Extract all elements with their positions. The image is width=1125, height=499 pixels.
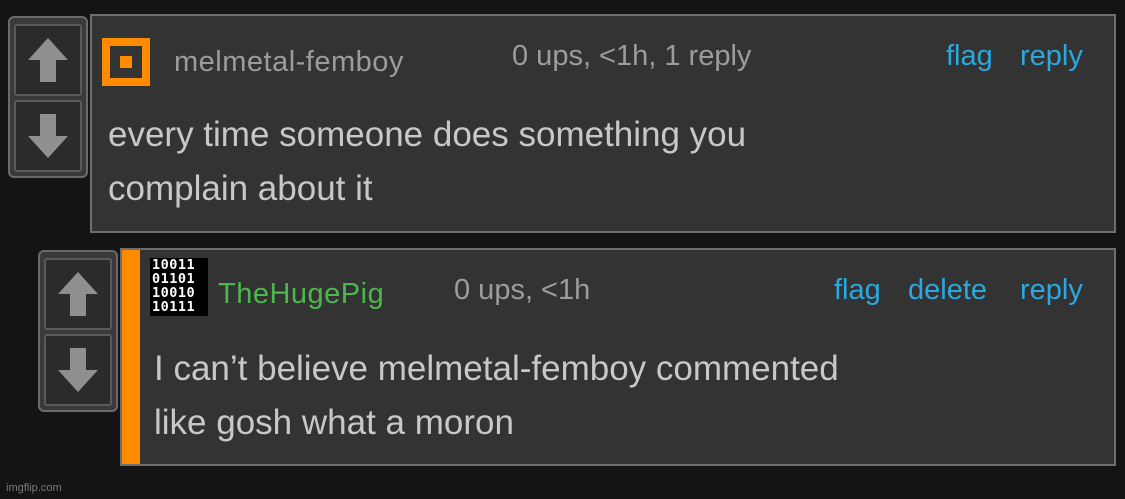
avatar-binary-row: 10011 [152,258,196,273]
vote-column [38,250,118,412]
comment-body-line: complain about it [108,169,373,208]
user-avatar[interactable] [102,38,150,86]
avatar-binary-row: 01101 [152,271,196,287]
op-marker-bar [122,250,140,464]
avatar-binary-row: 10010 [152,285,196,301]
reply-panel: 10011 01101 10010 10111 TheHugePig 0 ups… [120,248,1116,466]
arrow-up-icon [28,38,68,82]
delete-link[interactable]: delete [908,274,987,307]
comment-body-line: I can’t believe melmetal-femboy commente… [154,349,839,388]
comment-body-line: every time someone does something you [108,115,747,154]
comment-body: every time someone does something you co… [108,108,746,216]
flag-link[interactable]: flag [946,40,993,73]
comment-panel: melmetal-femboy 0 ups, <1h, 1 reply flag… [90,14,1116,233]
downvote-button[interactable] [44,334,112,406]
comment-username[interactable]: melmetal-femboy [174,46,404,79]
imgflip-watermark: imgflip.com [6,482,62,494]
vote-column [8,16,88,178]
arrow-down-icon [28,114,68,158]
comment-body: I can’t believe melmetal-femboy commente… [154,342,839,450]
flag-link[interactable]: flag [834,274,881,307]
reply-link[interactable]: reply [1020,40,1083,73]
arrow-up-icon [58,272,98,316]
user-avatar[interactable]: 10011 01101 10010 10111 [150,258,208,316]
arrow-down-icon [58,348,98,392]
avatar-binary-row: 10111 [152,299,196,315]
comment-username[interactable]: TheHugePig [218,278,384,311]
comment-thread: melmetal-femboy 0 ups, <1h, 1 reply flag… [0,0,1125,499]
comment-meta: 0 ups, <1h, 1 reply [512,40,752,72]
comment-meta: 0 ups, <1h [454,274,591,306]
comment-body-line: like gosh what a moron [154,403,514,442]
downvote-button[interactable] [14,100,82,172]
upvote-button[interactable] [44,258,112,330]
reply-link[interactable]: reply [1020,274,1083,307]
upvote-button[interactable] [14,24,82,96]
